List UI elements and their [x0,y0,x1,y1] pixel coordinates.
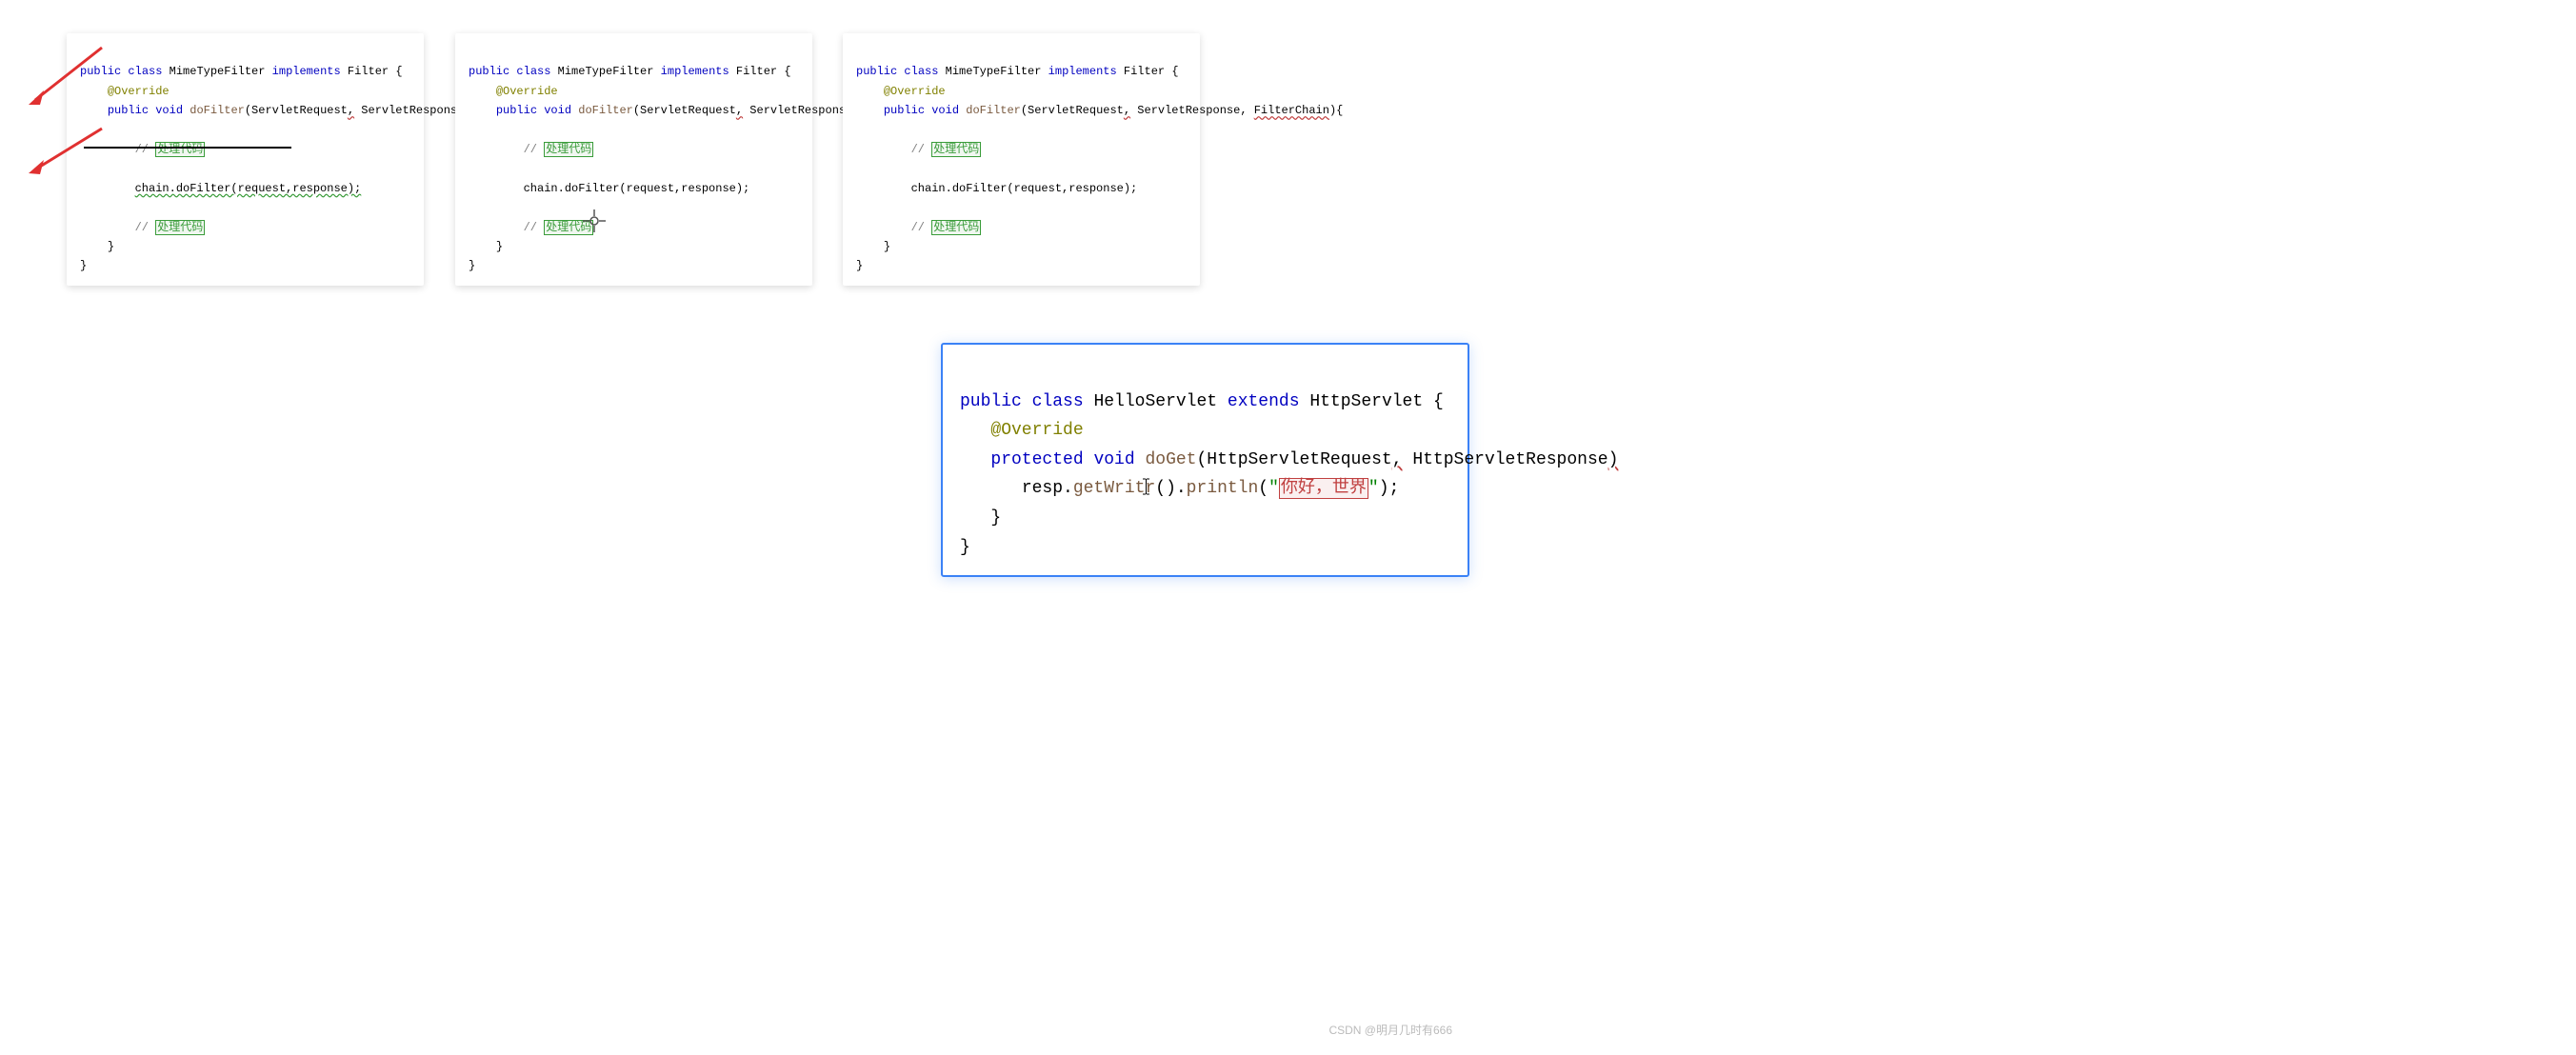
strikethrough-line [84,147,291,149]
code-card-3: public class MimeTypeFilter implements F… [843,33,1200,286]
crosshair-cursor-icon [583,209,606,232]
arrow-icon [21,43,107,109]
code-card-2: public class MimeTypeFilter implements F… [455,33,812,286]
watermark-text: CSDN @明月几时有666 [1328,1022,1452,1038]
code-card-servlet: public class HelloServlet extends HttpSe… [941,343,1469,577]
struck-code: chain.doFilter(request,response); [135,182,362,195]
code-card-1: public class MimeTypeFilter implements F… [67,33,424,286]
arrow-icon [21,124,107,181]
